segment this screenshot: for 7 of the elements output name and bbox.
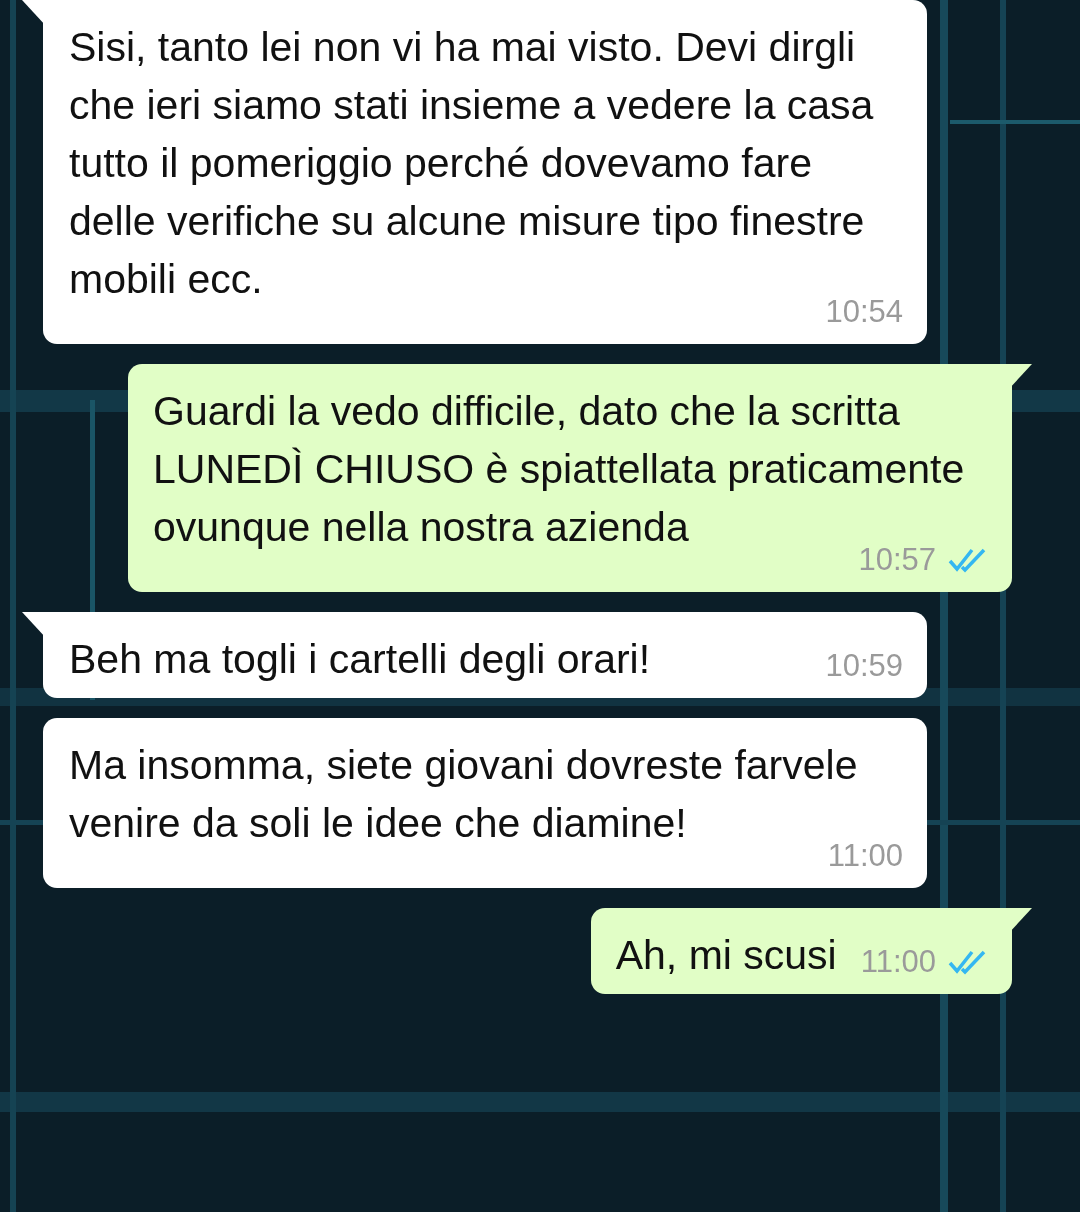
message-time: 10:59 <box>825 647 903 685</box>
message-time: 11:00 <box>827 837 903 875</box>
message-text: Ah, mi scusi <box>615 931 837 980</box>
message-time: 10:54 <box>825 293 903 331</box>
message-time: 11:00 <box>860 943 936 981</box>
message-text: Beh ma togli i cartelli degli orari! <box>69 635 652 684</box>
message-time: 10:57 <box>858 541 936 579</box>
